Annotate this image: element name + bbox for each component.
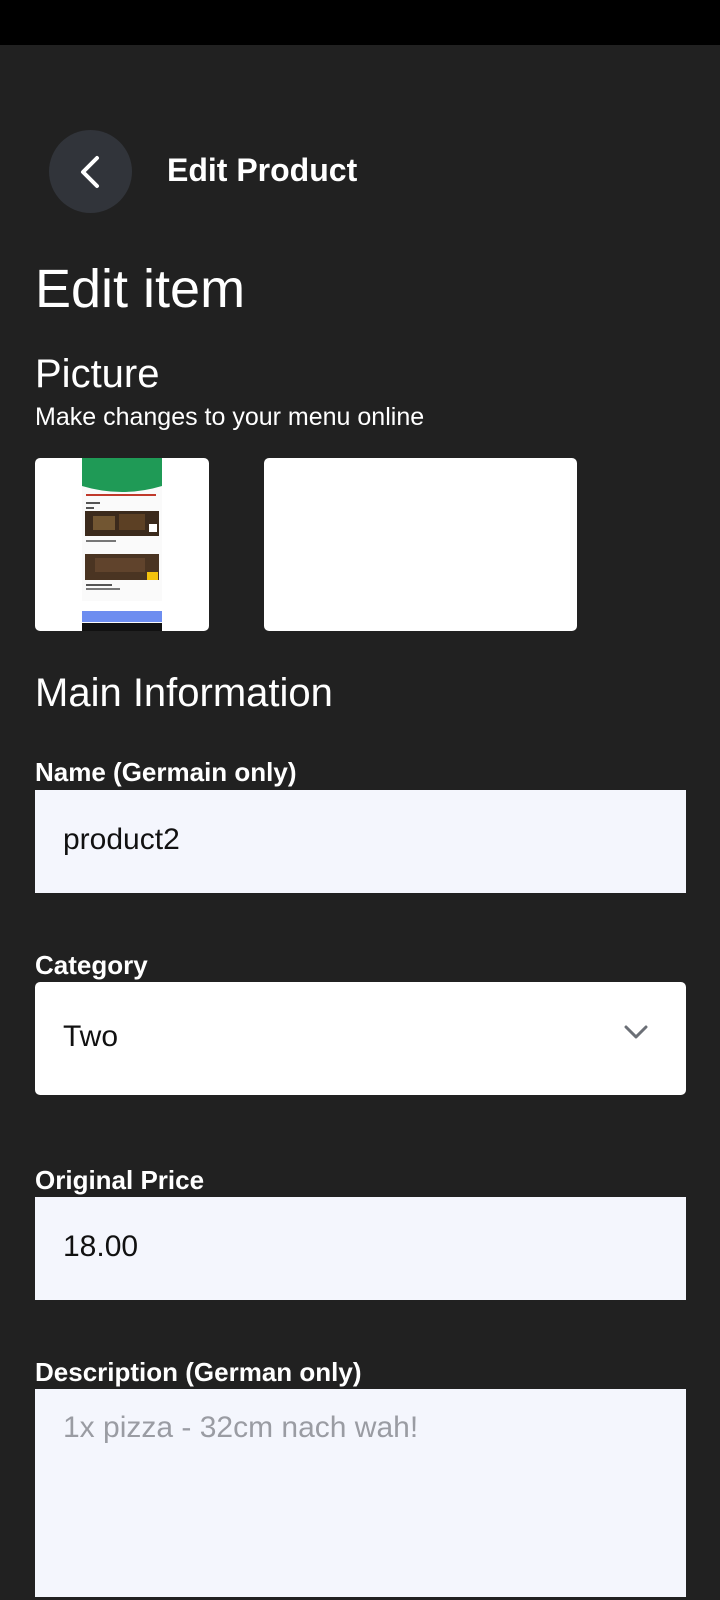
name-field-label: Name (Germain only) bbox=[35, 757, 297, 787]
status-bar bbox=[0, 0, 720, 45]
product-image-thumbnail[interactable] bbox=[35, 458, 209, 631]
description-textarea[interactable]: 1x pizza - 32cm nach wah! bbox=[35, 1389, 686, 1597]
app-bar: Edit Product bbox=[0, 130, 720, 214]
category-select[interactable]: Two bbox=[35, 982, 686, 1095]
main-information-title: Main Information bbox=[35, 671, 333, 715]
category-field-label: Category bbox=[35, 950, 148, 980]
chevron-left-icon bbox=[80, 155, 99, 188]
category-select-value: Two bbox=[63, 1020, 119, 1053]
price-input-value: 18.00 bbox=[63, 1230, 139, 1263]
picture-section-title: Picture bbox=[35, 352, 160, 396]
product-image-preview bbox=[82, 458, 162, 631]
app-bar-title: Edit Product bbox=[167, 152, 358, 188]
page-title: Edit item bbox=[35, 259, 246, 319]
back-button[interactable] bbox=[49, 130, 132, 213]
price-input[interactable]: 18.00 bbox=[35, 1197, 686, 1300]
add-image-slot[interactable] bbox=[264, 458, 577, 631]
chevron-down-icon bbox=[624, 1025, 648, 1039]
name-input-value: product2 bbox=[63, 823, 180, 856]
name-input[interactable]: product2 bbox=[35, 790, 686, 893]
price-field-label: Original Price bbox=[35, 1165, 205, 1195]
description-field-label: Description (German only) bbox=[35, 1357, 362, 1387]
description-placeholder: 1x pizza - 32cm nach wah! bbox=[63, 1411, 419, 1444]
picture-section-subtitle: Make changes to your menu online bbox=[35, 403, 425, 431]
